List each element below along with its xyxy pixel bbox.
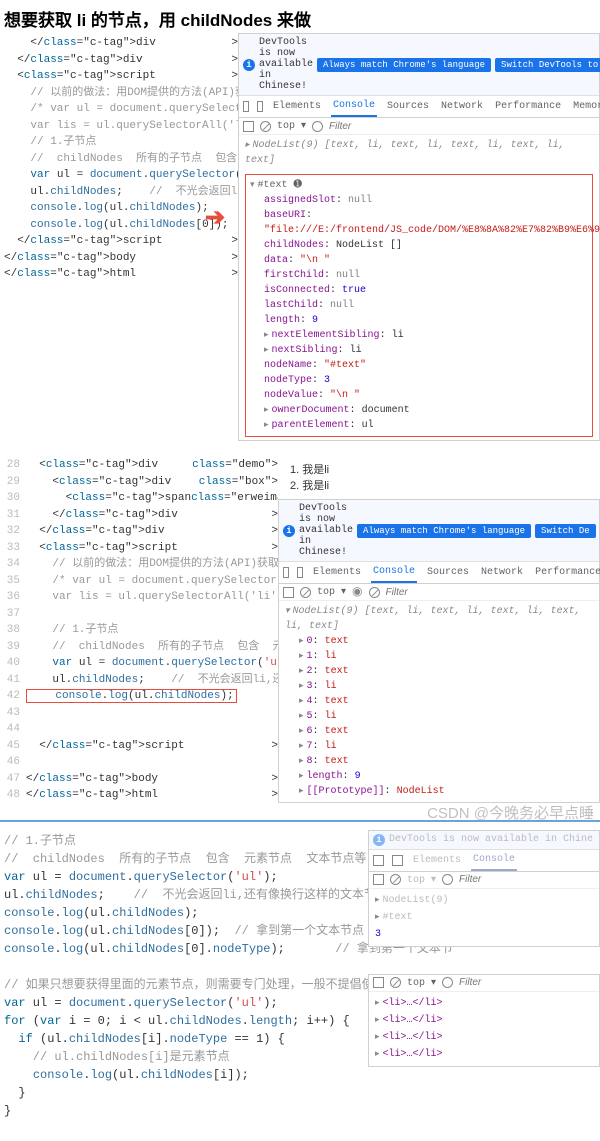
nodelist-header[interactable]: NodeList(9) [text, li, text, li, text, l…	[285, 604, 593, 634]
code-block-1: </class="c-tag">div> </class="c-tag">div…	[0, 33, 238, 285]
tab-performance[interactable]: Performance	[533, 563, 600, 582]
context-selector[interactable]: top ▾	[407, 977, 436, 989]
tab-sources[interactable]: Sources	[425, 563, 471, 582]
section-2: 28 <class="c-tag">div class="demo">29 <c…	[0, 455, 600, 806]
devtools-banner: i DevTools is now available in Chinese! …	[239, 34, 599, 96]
expanded-node: #text ➊assignedSlot: nullbaseURI: "file:…	[245, 174, 593, 437]
devtools-banner: i DevTools is now available in Chinese! …	[279, 500, 599, 562]
devtools-tabs: Elements Console Sources Network Perform…	[279, 562, 599, 584]
tab-elements[interactable]: Elements	[271, 97, 323, 116]
console-toolbar: top ▾	[369, 975, 599, 992]
devtools-panel-1: i DevTools is now available in Chinese! …	[238, 33, 600, 441]
section-3: // 1.子节点// childNodes 所有的子节点 包含 元素节点 文本节…	[0, 820, 600, 960]
sidebar-toggle-icon[interactable]	[373, 874, 384, 885]
switch-lang-button[interactable]: Switch DevTools to Chinese	[495, 58, 600, 72]
section-1: </class="c-tag">div> </class="c-tag">div…	[0, 33, 600, 441]
console-output: NodeList(9)#text3	[369, 889, 599, 946]
section-4: // 如果只想要获得里面的元素节点，则需要专门处理，一般不提倡使var ul =…	[0, 974, 600, 1122]
tab-elements[interactable]: Elements	[411, 851, 463, 870]
banner-text: DevTools is now available in Chinese!	[299, 503, 353, 558]
banner-text: DevTools is now available in Chinese!	[259, 37, 313, 92]
filter-input[interactable]	[386, 587, 520, 598]
devtools-tabs: Elements Console	[369, 850, 599, 872]
list-item-text: 2. 我是li	[290, 477, 588, 493]
live-expression-icon[interactable]: ◉	[352, 586, 362, 598]
red-arrow-icon: ➔	[205, 203, 225, 233]
sidebar-toggle-icon[interactable]	[373, 977, 384, 988]
tab-console[interactable]: Console	[471, 850, 517, 871]
clear-console-icon[interactable]	[300, 587, 311, 598]
code-block-2: 28 <class="c-tag">div class="demo">29 <c…	[0, 455, 278, 806]
tab-elements[interactable]: Elements	[311, 563, 363, 582]
banner-text: DevTools is now available in Chine	[389, 834, 593, 845]
console-toolbar: top ▾ ◉	[279, 584, 599, 601]
console-toolbar: top ▾	[239, 118, 599, 135]
devtools-tabs: Elements Console Sources Network Perform…	[239, 96, 599, 118]
tab-network[interactable]: Network	[439, 97, 485, 116]
match-lang-button[interactable]: Always match Chrome's language	[317, 58, 491, 72]
devtools-panel-2: i DevTools is now available in Chinese! …	[278, 499, 600, 803]
clear-console-icon[interactable]	[260, 121, 271, 132]
filter-input[interactable]	[329, 121, 463, 132]
devtools-banner: i DevTools is now available in Chine	[369, 831, 599, 850]
console-output: NodeList(9) [text, li, text, li, text, l…	[279, 601, 599, 802]
console-output: <li>…</li><li>…</li><li>…</li><li>…</li>	[369, 992, 599, 1066]
nodelist-header[interactable]: NodeList(9) [text, li, text, li, text, l…	[245, 138, 593, 168]
live-expression-icon[interactable]	[442, 977, 453, 988]
console-output: NodeList(9) [text, li, text, li, text, l…	[239, 135, 599, 440]
sidebar-toggle-icon[interactable]	[243, 121, 254, 132]
context-selector[interactable]: top ▾	[317, 586, 346, 598]
device-icon[interactable]	[392, 855, 403, 866]
devtools-panel-4: top ▾ <li>…</li><li>…</li><li>…</li><li>…	[368, 974, 600, 1067]
context-selector[interactable]: top ▾	[277, 120, 306, 132]
tab-memory[interactable]: Memory	[571, 97, 600, 116]
sidebar-toggle-icon[interactable]	[283, 587, 294, 598]
device-icon[interactable]	[297, 567, 303, 578]
section-2-right: 1. 我是li 2. 我是li i DevTools is now availa…	[278, 455, 600, 803]
console-toolbar: top ▾	[369, 872, 599, 889]
inspect-icon[interactable]	[283, 567, 289, 578]
clear-console-icon[interactable]	[390, 977, 401, 988]
info-icon: i	[243, 59, 255, 71]
code-block-4: // 如果只想要获得里面的元素节点，则需要专门处理，一般不提倡使var ul =…	[0, 974, 368, 1122]
tab-network[interactable]: Network	[479, 563, 525, 582]
tab-console[interactable]: Console	[331, 96, 377, 117]
code-block-3: // 1.子节点// childNodes 所有的子节点 包含 元素节点 文本节…	[0, 830, 368, 960]
live-expression-icon[interactable]	[442, 874, 453, 885]
tab-console[interactable]: Console	[371, 562, 417, 583]
clear-console-icon[interactable]	[390, 874, 401, 885]
info-icon: i	[373, 834, 385, 846]
inspect-icon[interactable]	[373, 855, 384, 866]
filter-input[interactable]	[459, 977, 593, 988]
filter-input[interactable]	[459, 874, 593, 885]
context-selector[interactable]: top ▾	[407, 874, 436, 886]
rendered-page: 1. 我是li 2. 我是li	[278, 455, 600, 499]
match-lang-button[interactable]: Always match Chrome's language	[357, 524, 531, 538]
live-expression-icon[interactable]	[312, 121, 323, 132]
list-item-text: 1. 我是li	[290, 461, 588, 477]
inspect-icon[interactable]	[243, 101, 249, 112]
page-title: 想要获取 li 的节点，用 childNodes 来做	[0, 0, 600, 33]
tab-performance[interactable]: Performance	[493, 97, 563, 116]
device-icon[interactable]	[257, 101, 263, 112]
tab-sources[interactable]: Sources	[385, 97, 431, 116]
devtools-panel-3: i DevTools is now available in Chine Ele…	[368, 830, 600, 947]
clear-icon[interactable]	[369, 587, 380, 598]
info-icon: i	[283, 525, 295, 537]
switch-lang-button[interactable]: Switch De	[535, 524, 596, 538]
